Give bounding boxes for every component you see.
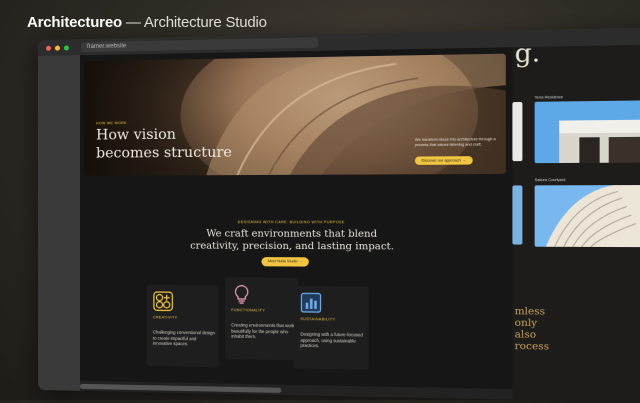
project-thumb-left-2[interactable] <box>512 185 523 245</box>
feature-card-functionality: FUNCTIONALITY Creating environments that… <box>224 277 299 361</box>
intro-title: We craft environments that blend creativ… <box>80 228 512 254</box>
card-label: SUSTAINABILITY <box>300 317 336 322</box>
horizontal-scrollbar[interactable] <box>79 383 282 393</box>
discover-approach-button[interactable]: Discover our approach → <box>414 156 473 165</box>
feature-card-creativity: CREATIVITY Challenging conventional desi… <box>146 284 219 368</box>
card-description: Creating environments that work beautifu… <box>231 322 295 340</box>
website-page: HOW WE WORK How vision becomes structure… <box>79 47 513 390</box>
close-window-button[interactable] <box>45 45 51 51</box>
shapes-icon <box>153 291 173 311</box>
side-panel: g. Terra Residence Sakura Courtyard mles… <box>512 38 640 403</box>
side-text-line1: mless <box>514 305 546 318</box>
project-image-sakura[interactable] <box>534 184 640 248</box>
project-label-sakura[interactable]: Sakura Courtyard <box>535 178 566 182</box>
hero-title: How vision becomes structure <box>96 125 232 163</box>
side-text-fragment: mless only also rocess <box>515 306 549 353</box>
feature-card-sustainability: SUSTAINABILITY Designing with a future-f… <box>294 286 369 370</box>
url-bar[interactable]: framer.website <box>80 37 319 53</box>
chart-icon <box>300 292 321 313</box>
discover-approach-label: Discover our approach <box>421 158 461 163</box>
screenshot-heading: Architectureo — Architecture Studio <box>27 14 267 31</box>
browser-sidebar <box>38 55 80 391</box>
hero-description: We transform ideas into architecture thr… <box>414 137 496 148</box>
project-thumb-left-1[interactable] <box>512 101 523 162</box>
project-label-terra[interactable]: Terra Residence <box>535 95 563 100</box>
heading-subtitle: — Architecture Studio <box>121 14 267 31</box>
side-text-line4: rocess <box>514 340 550 353</box>
side-text-line3: also <box>514 329 537 341</box>
card-label: CREATIVITY <box>152 315 178 320</box>
hero-title-line2: becomes structure <box>96 144 232 162</box>
hero-title-line1: How vision <box>96 126 177 144</box>
arrow-right-icon: → <box>298 259 303 264</box>
meet-studio-label: Meet Nolla Studio <box>267 259 298 264</box>
brand-name: Architectureo <box>27 14 122 31</box>
minimize-window-button[interactable] <box>54 45 60 51</box>
meet-studio-button[interactable]: Meet Nolla Studio → <box>261 257 309 267</box>
card-description: Challenging conventional design to creat… <box>152 329 215 347</box>
project-image-terra[interactable] <box>534 100 640 164</box>
card-description: Designing with a future-focused approach… <box>300 331 363 349</box>
browser-window: framer.website HOW WE WORK How vision be… <box>38 27 640 403</box>
intro-eyebrow: DESIGNING WITH CARE. BUILDING WITH PURPO… <box>237 220 345 225</box>
side-heading-fragment: g. <box>514 38 541 69</box>
hero-eyebrow: HOW WE WORK <box>96 121 127 126</box>
maximize-window-button[interactable] <box>63 45 69 51</box>
hero-section: HOW WE WORK How vision becomes structure… <box>83 53 506 176</box>
card-label: FUNCTIONALITY <box>231 308 266 313</box>
arrow-right-icon: → <box>461 158 466 163</box>
side-text-line2: only <box>514 317 538 330</box>
intro-title-line2: creativity, precision, and lasting impac… <box>190 240 394 253</box>
lightbulb-icon <box>231 284 252 305</box>
